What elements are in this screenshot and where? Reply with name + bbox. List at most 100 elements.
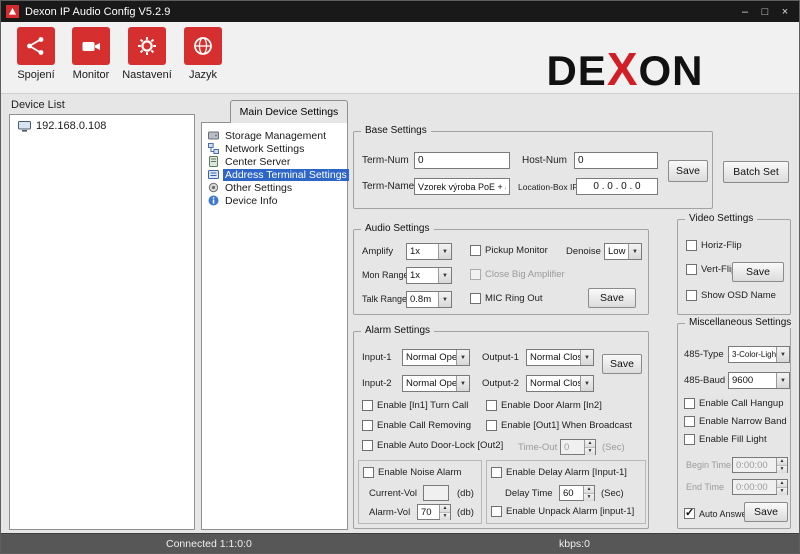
close-button[interactable]: × [775,1,795,22]
dropdown-value: Low [605,246,628,257]
device-list-title: Device List [11,99,65,111]
delay-time-spinner[interactable]: 60▲▼ [559,485,595,501]
tree-item-label: Device Info [223,195,280,207]
term-num-input[interactable] [414,152,510,169]
toolbar-button-monitor[interactable]: Monitor [64,27,118,81]
base-save-button[interactable]: Save [668,160,708,182]
chevron-down-icon: ▼ [776,347,789,362]
input2-dropdown[interactable]: Normal Open▼ [402,375,470,392]
chevron-down-icon: ▼ [580,350,593,365]
horiz-flip-checkbox[interactable]: Horiz-Flip [686,240,742,251]
enable-noise-alarm-checkbox[interactable]: Enable Noise Alarm [363,467,461,478]
toolbar-button-language[interactable]: Jazyk [176,27,230,81]
toolbar-button-connect[interactable]: Spojení [9,27,63,81]
title-bar: Dexon IP Audio Config V5.2.9 – □ × [1,1,799,22]
input1-label: Input-1 [362,352,392,363]
maximize-button[interactable]: □ [755,1,775,22]
spinner-arrows-icon[interactable]: ▲▼ [776,458,787,472]
talk-range-dropdown[interactable]: 0.8m▼ [406,291,452,308]
dropdown-value: Normal Open [403,378,456,389]
misc-save-button[interactable]: Save [744,502,788,522]
checkbox-label: Enable [In1] Turn Call [377,400,468,411]
tree-item-other-settings[interactable]: Other Settings [208,181,294,194]
enable-door-alarm-checkbox[interactable]: Enable Door Alarm [In2] [486,400,602,411]
enable-call-hangup-checkbox[interactable]: Enable Call Hangup [684,398,784,409]
checkbox-box [486,420,497,431]
input1-dropdown[interactable]: Normal Open▼ [402,349,470,366]
enable-auto-door-lock-checkbox[interactable]: Enable Auto Door-Lock [Out2] [362,440,503,451]
tab-main-device-settings[interactable]: Main Device Settings [230,100,348,123]
tree-item-center-server[interactable]: Center Server [208,155,292,168]
mic-ring-out-checkbox[interactable]: MIC Ring Out [470,293,543,304]
tree-item-storage-management[interactable]: Storage Management [208,129,328,142]
485-type-dropdown[interactable]: 3-Color-Light▼ [728,346,790,363]
network-icon [208,143,219,154]
output2-dropdown[interactable]: Normal Close▼ [526,375,594,392]
dexon-logo: DEXON [537,44,713,94]
status-connection: Connected 1:1:0:0 [166,538,252,550]
show-osd-name-checkbox[interactable]: Show OSD Name [686,290,776,301]
enable-delay-alarm-checkbox[interactable]: Enable Delay Alarm [Input-1] [491,467,627,478]
spinner-arrows-icon[interactable]: ▲▼ [584,440,595,454]
batch-set-button[interactable]: Batch Set [723,161,789,183]
enable-narrow-band-checkbox[interactable]: Enable Narrow Band [684,416,787,427]
spinner-value: 70 [418,505,439,519]
tree-item-label: Address Terminal Settings [223,169,349,181]
auto-answer-checkbox[interactable]: Auto Answer [684,508,750,519]
delay-time-unit: (Sec) [601,488,624,499]
enable-fill-light-checkbox[interactable]: Enable Fill Light [684,434,767,445]
enable-in1-turn-call-checkbox[interactable]: Enable [In1] Turn Call [362,400,468,411]
spinner-value: 0:00:00 [733,480,776,494]
enable-call-removing-checkbox[interactable]: Enable Call Removing [362,420,471,431]
time-out-spinner[interactable]: 0▲▼ [560,439,596,455]
device-list-panel: 192.168.0.108 [9,114,195,530]
spinner-value: 60 [560,486,583,500]
vert-flip-checkbox[interactable]: Vert-Flip [686,264,736,275]
spinner-arrows-icon[interactable]: ▲▼ [439,505,450,519]
dropdown-value: 3-Color-Light [729,350,776,359]
audio-save-button[interactable]: Save [588,288,636,308]
end-time-label: End Time [686,482,724,492]
spinner-arrows-icon[interactable]: ▲▼ [583,486,594,500]
enable-unpack-alarm-checkbox[interactable]: Enable Unpack Alarm [input-1] [491,506,634,517]
toolbar-button-label: Nastavení [120,69,174,81]
location-box-ip-field[interactable]: 0 . 0 . 0 . 0 [576,178,658,195]
dropdown-value: Normal Close [527,352,580,363]
mon-range-dropdown[interactable]: 1x▼ [406,267,452,284]
checkbox-box [684,416,695,427]
enable-out1-broadcast-checkbox[interactable]: Enable [Out1] When Broadcast [486,420,632,431]
video-save-button[interactable]: Save [732,262,784,282]
checkbox-label: Enable Auto Door-Lock [Out2] [377,440,503,451]
host-num-input[interactable] [574,152,658,169]
output1-dropdown[interactable]: Normal Close▼ [526,349,594,366]
term-name-input[interactable] [414,178,510,195]
tree-item-network-settings[interactable]: Network Settings [208,142,306,155]
485-baud-dropdown[interactable]: 9600▼ [728,372,790,389]
pickup-monitor-checkbox[interactable]: Pickup Monitor [470,245,548,256]
alarm-save-button[interactable]: Save [602,354,642,374]
chevron-down-icon: ▼ [580,376,593,391]
485-baud-label: 485-Baud [684,375,725,386]
logo-text: DE [546,47,606,94]
checkbox-box [684,398,695,409]
device-list-item[interactable]: 192.168.0.108 [18,120,106,132]
close-big-amplifier-checkbox[interactable]: Close Big Amplifier [470,269,565,280]
checkbox-box [686,290,697,301]
tree-item-address-terminal-settings[interactable]: Address Terminal Settings [208,168,349,181]
denoise-dropdown[interactable]: Low▼ [604,243,642,260]
end-time-spinner[interactable]: 0:00:00▲▼ [732,479,788,495]
checkbox-box [686,264,697,275]
dropdown-value: Normal Close [527,378,580,389]
toolbar-button-settings[interactable]: Nastavení [120,27,174,81]
amplify-dropdown[interactable]: 1x▼ [406,243,452,260]
status-kbps: kbps:0 [559,538,590,550]
alarm-vol-spinner[interactable]: 70▲▼ [417,504,451,520]
minimize-button[interactable]: – [735,1,755,22]
tree-item-device-info[interactable]: Device Info [208,194,280,207]
toolbar-button-label: Spojení [9,69,63,81]
checkbox-label: Enable [Out1] When Broadcast [501,420,632,431]
chevron-down-icon: ▼ [438,244,451,259]
checkbox-label: Close Big Amplifier [485,269,565,280]
spinner-arrows-icon[interactable]: ▲▼ [776,480,787,494]
begin-time-spinner[interactable]: 0:00:00▲▼ [732,457,788,473]
